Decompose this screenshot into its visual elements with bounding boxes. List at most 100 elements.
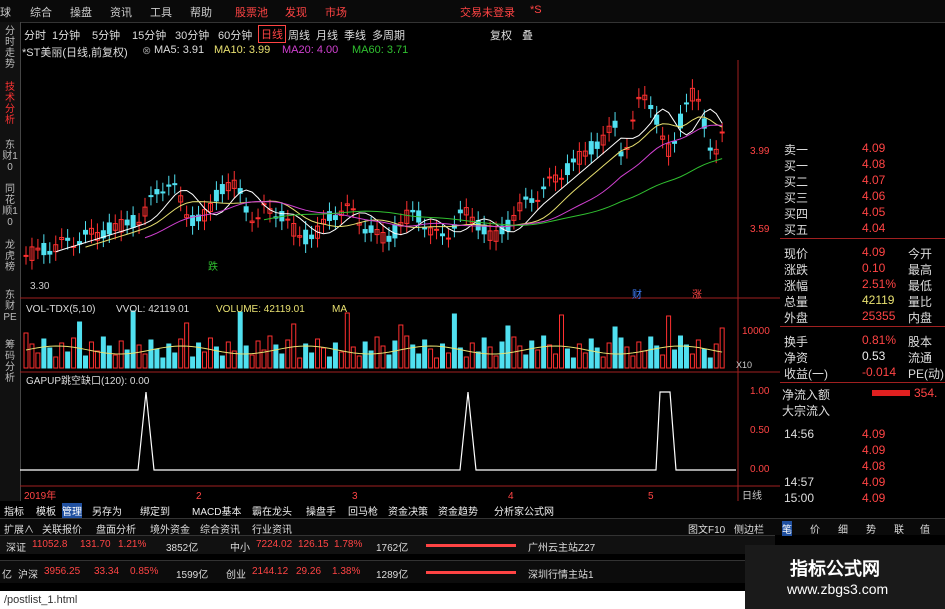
bottom-tab-row: 扩展∧ 关联报价 盘面分析 境外资金 综合资讯 行业资讯 图文F10 侧边栏 笔 价 细 势 联 值 (0, 518, 945, 536)
volume-bar (487, 346, 493, 369)
bottom-tab[interactable]: 综合资讯 (200, 521, 240, 536)
menu-item-market[interactable]: 市场 (325, 4, 347, 20)
tick-row: 15:00 4.09 (780, 490, 945, 506)
candle (303, 229, 309, 245)
volume-bar (279, 353, 285, 369)
volume-bar (326, 356, 332, 369)
period-30min[interactable]: 30分钟 (175, 27, 209, 43)
status2-server[interactable]: 深圳行情主站1 (528, 566, 594, 581)
ltab-tonghuashun[interactable]: 同花顺10 (2, 184, 18, 228)
vol-volume: VOLUME: 42119.01 (216, 304, 305, 315)
ltab-technical[interactable]: 技术分析 (2, 82, 18, 126)
tick-row: 14:56 4.09 (780, 426, 945, 442)
indicator-tab[interactable]: 指标 (4, 503, 24, 518)
tick-price: 4.09 (862, 443, 886, 457)
chevron-icon[interactable]: ⊗ (142, 44, 151, 57)
adjust-button[interactable]: 复权 (490, 27, 512, 43)
menu-item-ball[interactable]: 球 (0, 4, 11, 20)
volume-bar (535, 349, 541, 369)
indicator-tab[interactable]: 资金决策 (388, 503, 428, 518)
candle (434, 228, 440, 231)
indicator-tab[interactable]: 另存为 (92, 503, 122, 518)
quote-value: 0.53 (862, 349, 886, 363)
quote-row: 买四 4.05 (780, 204, 945, 221)
indicator-tab[interactable]: MACD基本 (192, 503, 241, 518)
indicator-tab[interactable]: 管理 (62, 503, 82, 518)
candle (594, 141, 600, 149)
gap-indicator-name: GAPUP跳空缺口(120): 0.00 (26, 374, 150, 387)
indicator-tab[interactable]: 霸在龙头 (252, 503, 292, 518)
volume-bar (178, 338, 184, 369)
quote-value: 0.10 (862, 261, 886, 275)
period-monthly[interactable]: 月线 (316, 27, 338, 43)
period-timeshare[interactable]: 分时 (24, 27, 46, 43)
side-tab[interactable]: 侧边栏 (734, 521, 764, 536)
period-15min[interactable]: 15分钟 (132, 27, 166, 43)
status2-amt1: 1599亿 (176, 570, 209, 581)
chart-area[interactable]: 3.99 3.59 3.30 跌 财 涨 VOL-TDX(5,10) VVOL:… (20, 60, 780, 501)
period-5min[interactable]: 5分钟 (92, 27, 120, 43)
candle (332, 215, 338, 221)
status2-index1[interactable]: 沪深 (18, 566, 38, 581)
side-tab[interactable]: 细 (838, 521, 848, 536)
volume-bar (154, 348, 160, 369)
ltab-pe[interactable]: 东财PE (2, 290, 18, 323)
candle (160, 191, 166, 194)
overlay-button[interactable]: 叠 (522, 27, 533, 43)
bottom-tab[interactable]: 关联报价 (42, 521, 82, 536)
period-daily[interactable]: 日线 (258, 25, 286, 43)
status1-index1[interactable]: 深证 (6, 539, 26, 554)
volume-bar (648, 336, 654, 369)
quote-value: 4.08 (862, 157, 886, 171)
bottom-tab[interactable]: 盘面分析 (96, 521, 136, 536)
status2-index2[interactable]: 创业 (226, 566, 246, 581)
status1-v1: 11052.8 (32, 539, 68, 550)
volume-bar (541, 335, 547, 369)
side-tab[interactable]: 笔 (782, 521, 792, 536)
volume-bar (166, 343, 172, 369)
candle (445, 237, 451, 240)
ltab-chips[interactable]: 筹码分析 (2, 340, 18, 384)
indicator-tab[interactable]: 模板 (36, 503, 56, 518)
menu-item-stock-pool[interactable]: 股票池 (235, 4, 268, 20)
candle (166, 184, 172, 187)
period-quarterly[interactable]: 季线 (344, 27, 366, 43)
indicator-tab[interactable]: 操盘手 (306, 503, 336, 518)
ltab-timeshare[interactable]: 分时走势 (2, 26, 18, 70)
indicator-tab[interactable]: 资金趋势 (438, 503, 478, 518)
menu-item-news[interactable]: 资讯 (110, 4, 132, 20)
side-tab[interactable]: 联 (894, 521, 904, 536)
period-1min[interactable]: 1分钟 (52, 27, 80, 43)
status1-index2[interactable]: 中小 (230, 539, 250, 554)
menu-item-comprehensive[interactable]: 综合 (30, 4, 52, 20)
menu-item-discover[interactable]: 发现 (285, 4, 307, 20)
menu-item-tools[interactable]: 工具 (150, 4, 172, 20)
period-weekly[interactable]: 周线 (288, 27, 310, 43)
ltab-eastmoney[interactable]: 东财10 (2, 140, 18, 173)
period-60min[interactable]: 60分钟 (218, 27, 252, 43)
period-multi[interactable]: 多周期 (372, 27, 405, 43)
indicator-tab[interactable]: 回马枪 (348, 503, 378, 518)
menu-item-help[interactable]: 帮助 (190, 4, 212, 20)
menu-item-trading[interactable]: 操盘 (70, 4, 92, 20)
candle (707, 147, 713, 151)
side-tab[interactable]: 图文F10 (688, 521, 725, 536)
volume-bar (136, 344, 142, 369)
gap-axis-100: 1.00 (750, 386, 770, 397)
bottom-tab[interactable]: 扩展∧ (4, 521, 34, 536)
bottom-tab[interactable]: 境外资金 (150, 521, 190, 536)
watermark-url: www.zbgs3.com (787, 581, 889, 597)
indicator-tab[interactable]: 分析家公式网 (494, 503, 554, 518)
volume-bar (374, 336, 380, 369)
indicator-tab[interactable]: 绑定到 (140, 503, 170, 518)
side-tab[interactable]: 值 (920, 521, 930, 536)
ltab-dragon-tiger[interactable]: 龙虎榜 (2, 240, 18, 273)
side-tab[interactable]: 价 (810, 521, 820, 536)
volume-bar (356, 355, 362, 369)
bottom-tab[interactable]: 行业资讯 (252, 521, 292, 536)
status1-server[interactable]: 广州云主站Z27 (528, 539, 595, 554)
side-tab[interactable]: 势 (866, 521, 876, 536)
breadth-bar-1: ▬▬▬▬▬▬▬▬▬ (426, 539, 516, 550)
login-status[interactable]: 交易未登录 (460, 4, 515, 20)
volume-bar (77, 321, 83, 369)
